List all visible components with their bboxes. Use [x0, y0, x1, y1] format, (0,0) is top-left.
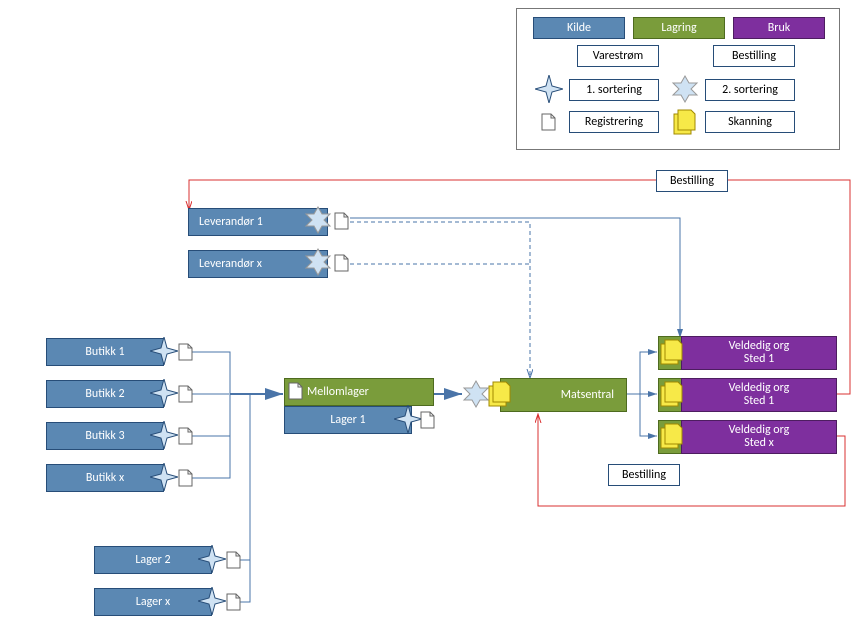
star-icon-2: [671, 75, 699, 103]
butikk-3: Butikk 3: [46, 422, 164, 450]
mellomlager-label: Mellomlager: [307, 385, 369, 399]
butikk-1-star: [150, 337, 178, 365]
butikk-x: Butikk x: [46, 464, 164, 492]
bestilling-label-bottom: Bestilling: [608, 464, 680, 486]
butikk-2-label: Butikk 2: [85, 387, 124, 401]
lager-x-label: Lager x: [136, 595, 170, 609]
scan-icon: [673, 109, 699, 135]
legend: Kilde Lagring Bruk Varestrøm Bestilling …: [516, 8, 840, 150]
bestilling-label-bottom-text: Bestilling: [622, 468, 666, 482]
mellomlager: Mellomlager: [284, 378, 434, 406]
veldedig-x-line2: Sted x: [744, 436, 774, 450]
veldedig-x-line1: Veldedig org: [729, 423, 790, 437]
legend-kilde-label: Kilde: [567, 21, 591, 35]
lager-2-star: [198, 545, 226, 573]
bestilling-label-top: Bestilling: [656, 170, 728, 192]
butikk-2-star: [150, 379, 178, 407]
leverandor-x-doc: [334, 254, 349, 272]
star-icon-1: [535, 75, 563, 103]
veldedig-2: Veldedig orgSted 1: [681, 378, 837, 412]
butikk-1: Butikk 1: [46, 338, 164, 366]
veldedig-2-scan: [660, 381, 686, 407]
matsentral: Matsentral: [500, 378, 627, 412]
doc-icon: [541, 113, 556, 131]
lager-2-doc: [226, 551, 241, 569]
lager-1: Lager 1: [284, 406, 412, 434]
butikk-x-label: Butikk x: [86, 471, 124, 485]
butikk-x-star: [150, 463, 178, 491]
leverandor-x-star: [304, 248, 332, 276]
legend-kilde: Kilde: [533, 17, 625, 39]
legend-registrering: Registrering: [569, 111, 659, 133]
mellomlager-doc: [288, 382, 303, 400]
veldedig-x: Veldedig orgSted x: [681, 420, 837, 454]
leverandor-1-doc: [334, 212, 349, 230]
lager-x-doc: [226, 593, 241, 611]
legend-skanning: Skanning: [705, 111, 795, 133]
veldedig-2-line2: Sted 1: [744, 394, 774, 408]
butikk-3-doc: [178, 427, 193, 445]
lager-2-label: Lager 2: [135, 553, 170, 567]
butikk-3-label: Butikk 3: [85, 429, 124, 443]
leverandor-1-star: [304, 206, 332, 234]
butikk-x-doc: [178, 469, 193, 487]
veldedig-1-line1: Veldedig org: [729, 339, 790, 353]
matsentral-label: Matsentral: [561, 388, 614, 402]
butikk-3-star: [150, 421, 178, 449]
matsentral-star: [462, 380, 490, 408]
butikk-2-doc: [178, 385, 193, 403]
veldedig-2-line1: Veldedig org: [729, 381, 790, 395]
lager-1-label: Lager 1: [330, 413, 365, 427]
veldedig-1-scan: [660, 339, 686, 365]
bestilling-label-top-text: Bestilling: [670, 174, 714, 188]
lager-x-star: [198, 587, 226, 615]
lager-2: Lager 2: [94, 546, 212, 574]
veldedig-1: Veldedig orgSted 1: [681, 336, 837, 370]
legend-sort2: 2. sortering: [705, 79, 795, 101]
leverandor-x-label: Leverandør x: [199, 257, 262, 271]
legend-bestilling: Bestilling: [713, 45, 795, 67]
butikk-1-label: Butikk 1: [85, 345, 124, 359]
matsentral-scan: [488, 381, 514, 407]
leverandor-1-label: Leverandør 1: [199, 215, 263, 229]
legend-sort1: 1. sortering: [569, 79, 659, 101]
legend-lagring: Lagring: [633, 17, 725, 39]
veldedig-1-line2: Sted 1: [744, 352, 774, 366]
veldedig-x-scan: [660, 423, 686, 449]
lager-x: Lager x: [94, 588, 212, 616]
lager-1-doc: [420, 411, 435, 429]
lager-1-star: [394, 405, 422, 433]
butikk-1-doc: [178, 343, 193, 361]
legend-lagring-label: Lagring: [661, 21, 696, 35]
butikk-2: Butikk 2: [46, 380, 164, 408]
legend-bruk: Bruk: [733, 17, 825, 39]
legend-varestrom: Varestrøm: [577, 45, 659, 67]
legend-bruk-label: Bruk: [768, 21, 790, 35]
